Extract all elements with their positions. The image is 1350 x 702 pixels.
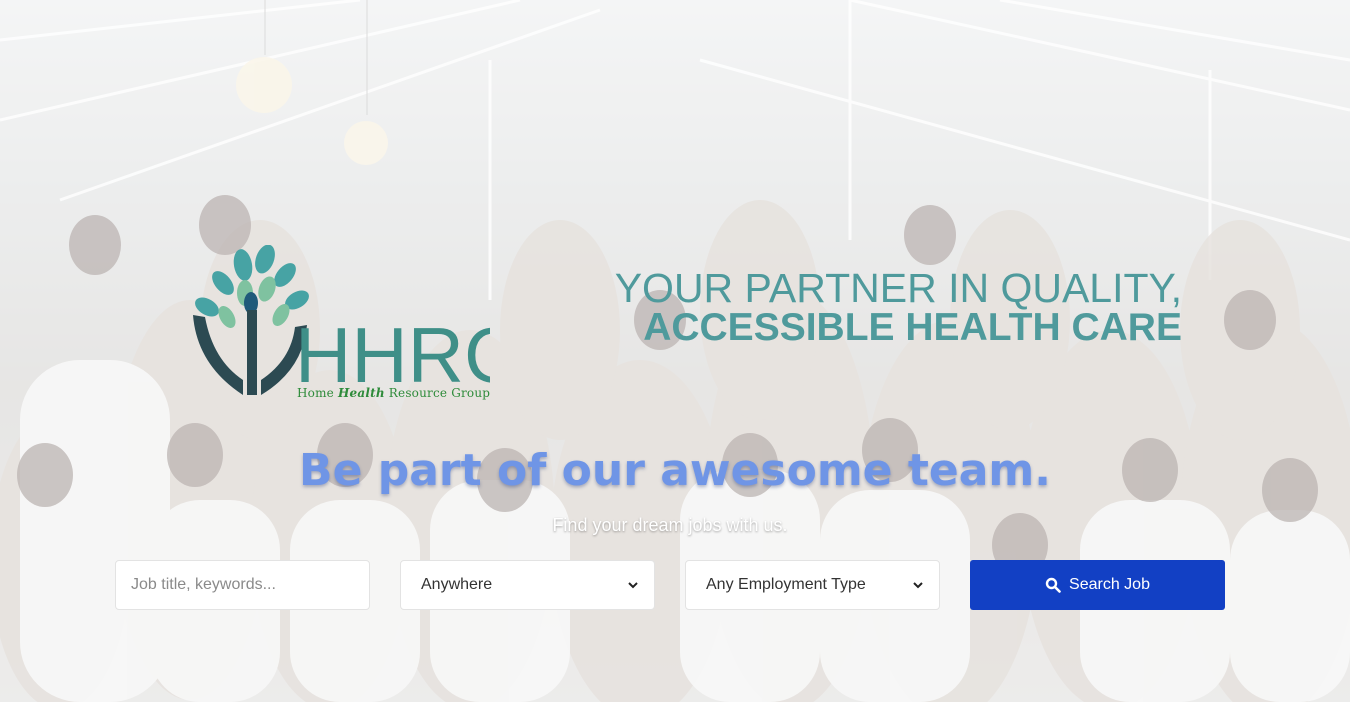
tagline: YOUR PARTNER IN QUALITY, ACCESSIBLE HEAL… (615, 268, 1182, 348)
hero-headline: Be part of our awesome team. (299, 445, 1051, 496)
employment-type-select-value: Any Employment Type (706, 576, 866, 593)
chevron-down-icon (628, 582, 638, 589)
hero-section: HHRG Home Health Resource Group YOUR PAR… (0, 0, 1350, 702)
search-icon (1045, 577, 1061, 593)
tagline-line-1: YOUR PARTNER IN QUALITY, (614, 265, 1182, 311)
hero-subheadline: Find your dream jobs with us. (552, 515, 788, 535)
employment-type-select[interactable]: Any Employment Type (685, 560, 940, 610)
location-select-value: Anywhere (421, 576, 493, 593)
tagline-line-2: ACCESSIBLE HEALTH CARE (643, 306, 1182, 349)
location-select[interactable]: Anywhere (400, 560, 655, 610)
hhrg-logo: HHRG (193, 245, 490, 399)
chevron-down-icon (913, 582, 923, 589)
search-job-button-label: Search Job (1069, 576, 1150, 593)
keyword-search-input[interactable]: Job title, keywords... (115, 560, 370, 610)
logo-subtitle: Home Health Resource Group (297, 386, 491, 400)
keyword-placeholder: Job title, keywords... (131, 576, 276, 593)
search-job-button[interactable]: Search Job (970, 560, 1225, 610)
